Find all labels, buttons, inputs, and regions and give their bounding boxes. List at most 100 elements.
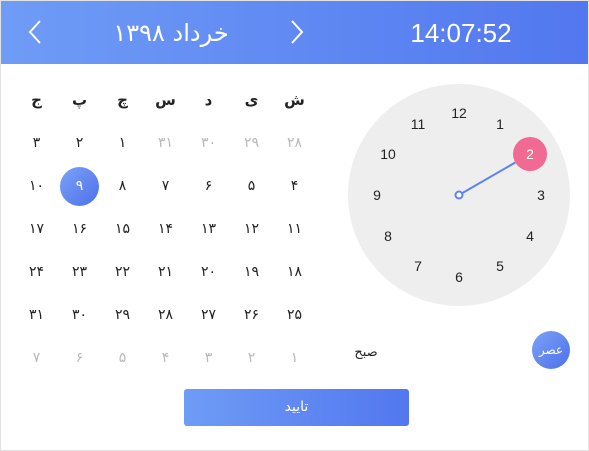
day-cell-selected[interactable]: ۹ xyxy=(58,165,101,208)
weekday-label: ش xyxy=(284,91,305,109)
day-cell[interactable]: ۲۸ xyxy=(144,294,187,337)
day-number: ۱۲ xyxy=(243,221,260,237)
clock-hour-6[interactable]: 6 xyxy=(444,267,474,287)
day-number: ۱ xyxy=(118,135,127,151)
day-cell[interactable]: ۱۶ xyxy=(58,208,101,251)
calendar-week-row: ۲۸ ۲۹ ۳۰ ۳۱ ۱ ۲ ۳ xyxy=(15,122,315,165)
day-cell[interactable]: ۴ xyxy=(273,165,316,208)
day-cell[interactable]: ۱۰ xyxy=(15,165,58,208)
day-number: ۲ xyxy=(247,350,256,366)
day-number: ۳ xyxy=(32,135,41,151)
day-number: ۲۰ xyxy=(200,264,217,280)
day-cell[interactable]: ۳ xyxy=(15,122,58,165)
clock-hour-7[interactable]: 7 xyxy=(403,256,433,276)
calendar-weeks: ۲۸ ۲۹ ۳۰ ۳۱ ۱ ۲ ۳ ۴ ۵ ۶ ۷ ۸ ۹ ۱۰ ۱۱ ۱۲ ۱۳ ۱۴ ۱۵ ۱۶ ۱۷ ۱۸ ۱۹ ۲۰ ۲… xyxy=(15,122,315,380)
day-cell[interactable]: ۲۲ xyxy=(101,251,144,294)
date-time-picker: خرداد ۱۳۹۸ 14:07:52 شیدسچپج ۲۸ ۲۹ ۳۰ ۳۱ ۱ ۲ ۳ ۴… xyxy=(0,0,589,451)
day-cell[interactable]: ۱۴ xyxy=(144,208,187,251)
month-year-title[interactable]: خرداد ۱۳۹۸ xyxy=(61,15,281,51)
day-cell[interactable]: ۳۱ xyxy=(144,122,187,165)
day-number: ۱۳ xyxy=(200,221,217,237)
day-number: ۵ xyxy=(118,350,127,366)
day-number: ۷ xyxy=(161,178,170,194)
clock-hour-3[interactable]: 3 xyxy=(526,185,556,205)
day-cell[interactable]: ۲۶ xyxy=(230,294,273,337)
day-cell[interactable]: ۲۸ xyxy=(273,122,316,165)
day-cell[interactable]: ۱۲ xyxy=(230,208,273,251)
day-number: ۲۱ xyxy=(157,264,174,280)
day-number: ۱۱ xyxy=(286,221,303,237)
weekday-label: ی xyxy=(244,91,259,109)
day-cell[interactable]: ۲۴ xyxy=(15,251,58,294)
day-number: ۲ xyxy=(75,135,84,151)
day-number: ۱۷ xyxy=(28,221,45,237)
day-number: ۱۹ xyxy=(243,264,260,280)
day-cell[interactable]: ۲۵ xyxy=(273,294,316,337)
confirm-button[interactable]: تایید xyxy=(184,389,409,426)
next-month-button[interactable] xyxy=(277,11,317,55)
clock-hour-8[interactable]: 8 xyxy=(373,226,403,246)
day-cell[interactable]: ۲ xyxy=(58,122,101,165)
day-cell[interactable]: ۲۹ xyxy=(101,294,144,337)
day-cell[interactable]: ۶ xyxy=(187,165,230,208)
pm-button[interactable]: عصر xyxy=(532,331,570,369)
day-cell[interactable]: ۲۳ xyxy=(58,251,101,294)
weekday-label: س xyxy=(155,91,176,109)
prev-month-button[interactable] xyxy=(15,11,55,55)
clock-hour-1[interactable]: 1 xyxy=(485,114,515,134)
day-cell[interactable]: ۵ xyxy=(101,337,144,380)
weekday-label: چ xyxy=(117,91,128,109)
chevron-left-icon xyxy=(28,20,41,44)
day-cell[interactable]: ۴ xyxy=(144,337,187,380)
day-number: ۲۹ xyxy=(243,135,260,151)
day-cell[interactable]: ۶ xyxy=(58,337,101,380)
weekday-header-row: شیدسچپج xyxy=(15,79,315,122)
day-number: ۳ xyxy=(204,350,213,366)
day-number: ۸ xyxy=(118,178,127,194)
day-cell[interactable]: ۳۰ xyxy=(58,294,101,337)
day-cell[interactable]: ۱۱ xyxy=(273,208,316,251)
day-number: ۳۱ xyxy=(28,307,45,323)
day-cell[interactable]: ۲ xyxy=(230,337,273,380)
calendar-week-row: ۱۸ ۱۹ ۲۰ ۲۱ ۲۲ ۲۳ ۲۴ xyxy=(15,251,315,294)
clock-hour-12[interactable]: 12 xyxy=(444,103,474,123)
day-cell[interactable]: ۲۷ xyxy=(187,294,230,337)
day-cell[interactable]: ۷ xyxy=(144,165,187,208)
day-cell[interactable]: ۱۷ xyxy=(15,208,58,251)
picker-header: خرداد ۱۳۹۸ 14:07:52 xyxy=(1,1,588,64)
day-cell[interactable]: ۷ xyxy=(15,337,58,380)
clock-hour-10[interactable]: 10 xyxy=(373,144,403,164)
day-cell[interactable]: ۳۰ xyxy=(187,122,230,165)
day-cell[interactable]: ۱۵ xyxy=(101,208,144,251)
weekday-label: د xyxy=(204,91,213,109)
day-cell[interactable]: ۵ xyxy=(230,165,273,208)
day-cell[interactable]: ۱ xyxy=(101,122,144,165)
day-cell[interactable]: ۲۰ xyxy=(187,251,230,294)
day-number: ۲۴ xyxy=(28,264,45,280)
day-number: ۲۶ xyxy=(243,307,260,323)
clock-hour-5[interactable]: 5 xyxy=(485,256,515,276)
day-cell[interactable]: ۸ xyxy=(101,165,144,208)
day-number: ۱۵ xyxy=(114,221,131,237)
day-cell[interactable]: ۱۹ xyxy=(230,251,273,294)
day-cell[interactable]: ۱۳ xyxy=(187,208,230,251)
clock-center-dot xyxy=(454,190,464,200)
day-cell[interactable]: ۳ xyxy=(187,337,230,380)
time-display[interactable]: 14:07:52 xyxy=(391,15,531,51)
clock-hour-9[interactable]: 9 xyxy=(362,185,392,205)
am-button[interactable]: صبح xyxy=(349,342,383,364)
day-cell[interactable]: ۳۱ xyxy=(15,294,58,337)
clock-hour-11[interactable]: 11 xyxy=(403,114,433,134)
day-number: ۱ xyxy=(290,350,299,366)
analog-clock[interactable]: 12 1 2 3 4 5 6 7 8 9 10 11 xyxy=(348,84,570,306)
day-number: ۴ xyxy=(161,350,170,366)
clock-hour-2[interactable]: 2 xyxy=(515,144,545,164)
clock-hour-4[interactable]: 4 xyxy=(515,226,545,246)
day-cell[interactable]: ۲۱ xyxy=(144,251,187,294)
day-cell[interactable]: ۱۸ xyxy=(273,251,316,294)
day-number: ۱۴ xyxy=(157,221,174,237)
calendar-week-row: ۴ ۵ ۶ ۷ ۸ ۹ ۱۰ xyxy=(15,165,315,208)
day-number: ۷ xyxy=(32,350,41,366)
day-cell[interactable]: ۲۹ xyxy=(230,122,273,165)
day-cell[interactable]: ۱ xyxy=(273,337,316,380)
